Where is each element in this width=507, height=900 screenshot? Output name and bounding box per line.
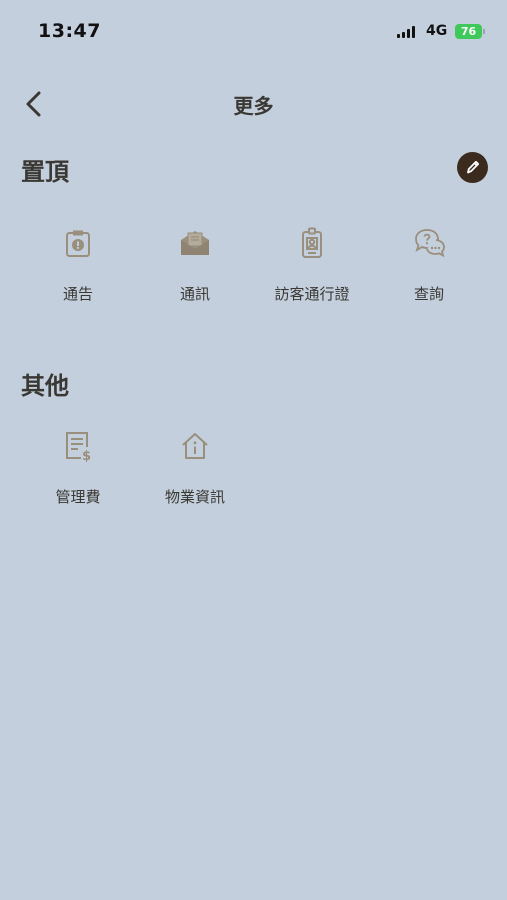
chat-question-icon [413,227,445,259]
other-item-property-info[interactable]: 物業資訊 [136,430,254,530]
pinned-item-newsletter[interactable]: 通訊 [136,227,254,327]
badge-id-icon [296,227,328,259]
battery-icon: 76 [455,24,482,39]
page-title: 更多 [233,94,274,118]
section-title-others: 其他 [21,372,69,400]
pinned-item-label: 訪客通行證 [274,285,350,303]
signal-icon [397,26,417,38]
status-bar: 13:47 4G 76 [0,0,507,60]
pencil-icon [467,160,480,174]
other-item-management-fee[interactable]: $ 管理費 [19,430,137,530]
pinned-item-label: 查詢 [413,285,444,303]
mail-open-icon [179,227,211,259]
battery-level: 76 [460,25,477,38]
receipt-dollar-icon: $ [62,430,94,464]
pinned-item-visitor-pass[interactable]: 訪客通行證 [253,227,371,327]
clipboard-alert-icon [62,227,94,259]
svg-text:$: $ [82,449,91,462]
pinned-item-enquiry[interactable]: 查詢 [370,227,488,327]
edit-button[interactable] [457,152,488,183]
section-title-pinned: 置頂 [21,158,69,186]
pinned-item-label: 通告 [62,285,93,303]
battery-tip [483,29,485,34]
pinned-item-label: 通訊 [179,285,210,303]
status-time: 13:47 [38,20,101,42]
other-item-label: 管理費 [55,488,101,506]
house-info-icon [179,430,211,462]
chevron-left-icon [26,91,41,117]
other-item-label: 物業資訊 [164,488,225,506]
back-button[interactable] [18,86,54,122]
network-type: 4G [426,23,448,39]
pinned-item-notice[interactable]: 通告 [19,227,137,327]
